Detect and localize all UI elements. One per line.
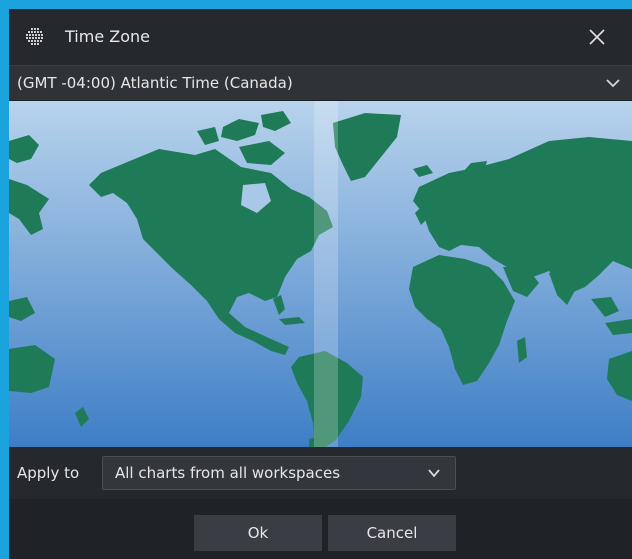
cancel-button[interactable]: Cancel: [328, 515, 456, 551]
title-bar: Time Zone: [9, 9, 632, 65]
ok-button[interactable]: Ok: [194, 515, 322, 551]
timezone-select[interactable]: (GMT -04:00) Atlantic Time (Canada): [9, 65, 632, 101]
chevron-down-icon: [428, 469, 440, 478]
apply-to-select[interactable]: All charts from all workspaces: [102, 456, 456, 490]
chevron-down-icon: [606, 79, 620, 88]
apply-to-label: Apply to: [17, 464, 80, 482]
dialog-title: Time Zone: [65, 27, 150, 46]
close-icon[interactable]: [583, 23, 611, 51]
apply-to-value: All charts from all workspaces: [115, 464, 341, 482]
selected-timezone-band: [314, 101, 338, 447]
time-zone-dialog: Time Zone (GMT -04:00) Atlantic Time (Ca…: [9, 9, 632, 559]
dialog-footer: Ok Cancel: [9, 499, 632, 559]
apply-to-row: Apply to All charts from all workspaces: [9, 447, 632, 499]
world-map[interactable]: [9, 101, 632, 447]
grid-app-icon: [26, 28, 43, 45]
timezone-value: (GMT -04:00) Atlantic Time (Canada): [17, 74, 293, 92]
